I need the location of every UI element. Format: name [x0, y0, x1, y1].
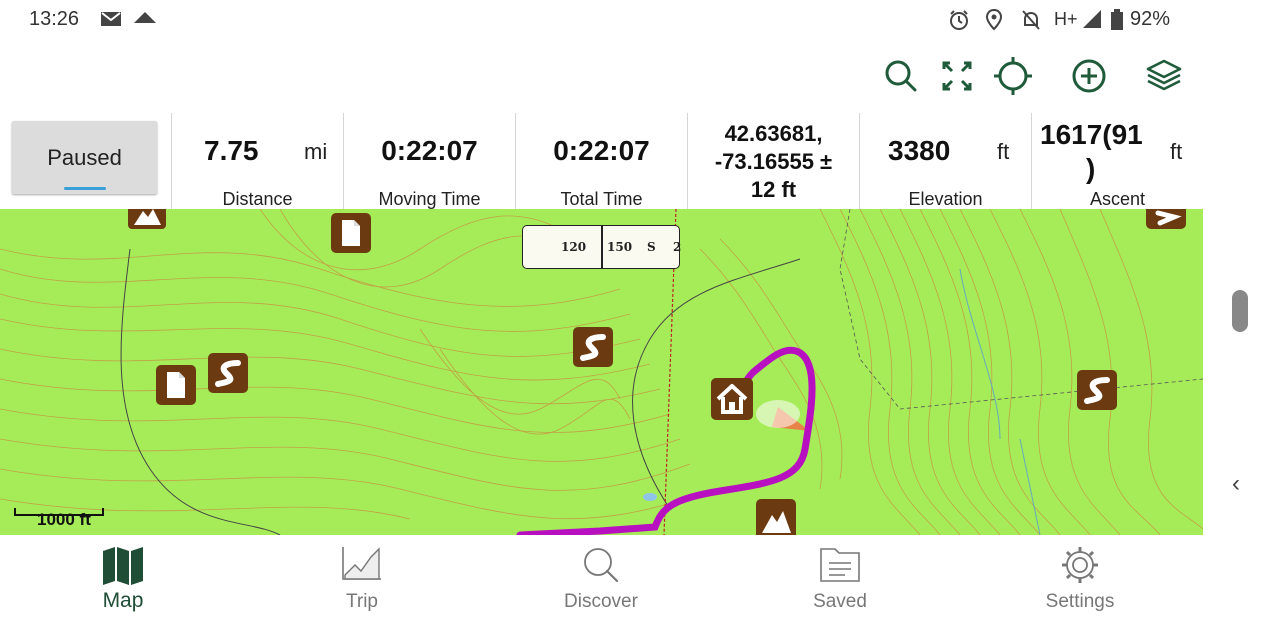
status-bar: 13:26 H+ 92%	[0, 0, 1279, 40]
bottom-navigation: Map Trip Discover Saved Settings	[0, 535, 1279, 622]
layers-icon	[1146, 59, 1182, 91]
compass-center-line	[601, 226, 603, 268]
mountain-icon	[762, 511, 791, 533]
elevation-unit: ft	[997, 139, 1010, 164]
shelter-marker[interactable]	[711, 378, 753, 420]
discover-search-icon	[581, 545, 621, 590]
stat-coordinates[interactable]: 42.63681, -73.16555 ± 12 ft	[688, 113, 859, 209]
nav-discover[interactable]: Discover	[531, 535, 671, 622]
fullscreen-button[interactable]	[936, 55, 978, 97]
summit-area	[756, 400, 800, 428]
add-button[interactable]	[1068, 55, 1110, 97]
distance-label: Distance	[222, 189, 293, 209]
topo-map[interactable]: 120 150 S 2 1000 ft	[0, 209, 1203, 535]
accuracy-value: 12 ft	[750, 177, 797, 202]
fullscreen-icon	[942, 61, 972, 91]
viewpoint-marker[interactable]	[128, 209, 166, 229]
winding-road-icon	[1084, 377, 1110, 404]
location-pin-icon	[985, 8, 1003, 36]
longitude-value: -73.16555 ±	[714, 149, 833, 174]
stat-ascent[interactable]: 1617(91 ) ft Ascent	[1032, 113, 1203, 209]
moving-time-label: Moving Time	[378, 189, 481, 209]
paused-button[interactable]: Paused	[12, 121, 157, 194]
trail-marker[interactable]	[1146, 209, 1186, 229]
add-icon	[1072, 59, 1106, 93]
search-button[interactable]	[880, 55, 922, 97]
ascent-value-cont: )	[1086, 153, 1096, 184]
house-icon	[716, 384, 748, 414]
alarm-icon	[948, 9, 970, 36]
network-type: H+	[1054, 9, 1078, 29]
elevation-label: Elevation	[908, 189, 983, 209]
stat-elevation[interactable]: 3380 ft Elevation	[860, 113, 1031, 209]
mountain-icon	[134, 209, 161, 225]
ascent-label: Ascent	[1089, 189, 1146, 209]
ascent-unit: ft	[1170, 139, 1183, 164]
nav-discover-label: Discover	[564, 591, 638, 612]
locate-button[interactable]	[992, 55, 1034, 97]
search-icon	[885, 60, 917, 92]
document-icon	[342, 220, 360, 246]
status-time: 13:26	[29, 8, 80, 30]
compass-tick-120: 120	[561, 240, 587, 254]
scale-label: 1000 ft	[37, 510, 91, 529]
viewpoint-marker[interactable]	[756, 499, 796, 535]
layers-button[interactable]	[1143, 55, 1185, 97]
compass-tick-s: S	[647, 240, 656, 254]
signal-icon	[1082, 9, 1102, 34]
document-marker[interactable]	[331, 213, 371, 253]
locate-icon	[994, 57, 1032, 95]
pond	[643, 493, 657, 501]
scroll-handle[interactable]	[1232, 290, 1248, 332]
map-icon	[101, 545, 145, 590]
document-marker[interactable]	[156, 365, 196, 405]
winding-road-icon	[215, 360, 241, 387]
stat-total-time[interactable]: 0:22:07 Total Time	[516, 113, 687, 209]
paused-indicator	[64, 187, 106, 190]
nav-map-label: Map	[102, 589, 144, 612]
chevron-left-icon[interactable]: ‹	[1232, 470, 1240, 498]
compass-tick-2: 2	[673, 240, 682, 254]
nav-saved-label: Saved	[813, 591, 867, 612]
paused-label: Paused	[47, 145, 122, 170]
latitude-value: 42.63681,	[724, 121, 823, 146]
trip-stats-panel: Paused 7.75 mi Distance 0:22:07 Moving T…	[0, 113, 1203, 209]
total-time-value: 0:22:07	[553, 135, 650, 166]
nav-saved[interactable]: Saved	[770, 535, 910, 622]
mute-bell-icon	[1020, 9, 1042, 36]
nav-map[interactable]: Map	[53, 535, 193, 622]
compass-tick-150: 150	[607, 240, 633, 254]
nav-trip[interactable]: Trip	[292, 535, 432, 622]
battery-percent: 92%	[1130, 8, 1171, 30]
total-time-label: Total Time	[560, 189, 643, 209]
gmail-icon	[100, 9, 122, 34]
trail-marker[interactable]	[573, 327, 613, 367]
stat-distance[interactable]: 7.75 mi Distance	[172, 113, 343, 209]
nav-settings[interactable]: Settings	[1010, 535, 1150, 622]
nav-trip-label: Trip	[345, 591, 379, 612]
trip-chart-icon	[341, 545, 383, 586]
moving-time-value: 0:22:07	[381, 135, 478, 166]
stat-moving-time[interactable]: 0:22:07 Moving Time	[344, 113, 515, 209]
document-icon	[167, 372, 185, 398]
distance-unit: mi	[304, 139, 328, 164]
saved-folder-icon	[819, 545, 861, 588]
settings-gear-icon	[1060, 545, 1100, 590]
nav-settings-label: Settings	[1045, 591, 1115, 612]
compass-tape[interactable]: 120 150 S 2	[522, 225, 682, 269]
battery-icon	[1110, 9, 1124, 36]
winding-road-icon	[1155, 210, 1182, 226]
winding-road-icon	[580, 334, 606, 361]
notification-diamond-icon	[132, 9, 158, 34]
elevation-value: 3380	[888, 135, 951, 166]
trail-marker[interactable]	[208, 353, 248, 393]
distance-value: 7.75	[204, 135, 259, 166]
trail-marker[interactable]	[1077, 370, 1117, 410]
ascent-value: 1617(91	[1040, 119, 1143, 150]
